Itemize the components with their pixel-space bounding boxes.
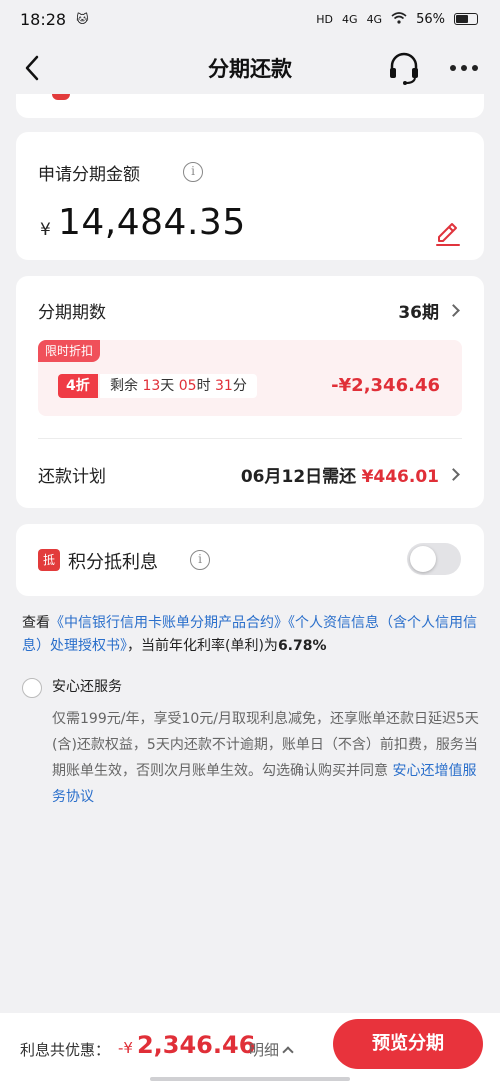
previous-card <box>16 94 484 118</box>
battery-percent: 56% <box>416 11 445 27</box>
discount-badge: 4折 <box>58 374 98 398</box>
page-title: 分期还款 <box>208 57 292 81</box>
nav-bar: 分期还款 <box>0 38 500 98</box>
agreement-text: 查看《中信银行信用卡账单分期产品合约》《个人资信信息（含个人信用信息）处理授权书… <box>22 612 482 658</box>
chevron-left-icon <box>25 55 39 81</box>
more-button[interactable] <box>444 50 484 86</box>
agreement-prefix: 查看 <box>22 615 50 631</box>
detail-label: 明细 <box>249 1041 280 1059</box>
schedule-label: 还款计划 <box>38 467 106 487</box>
signal-4g-icon: 4G <box>342 12 358 26</box>
status-time: 18:28 <box>20 9 67 29</box>
detail-button[interactable]: 明细 <box>249 1039 294 1060</box>
countdown-minutes: 31 <box>215 378 233 394</box>
rate-text: ，当前年化利率(单利)为 <box>127 638 278 654</box>
plan-card: 分期期数 36期 限时折扣 4折 剩余 13天 05时 31分 -¥2,346.… <box>16 276 484 508</box>
wifi-icon <box>391 11 407 27</box>
periods-row[interactable]: 分期期数 36期 <box>38 298 462 323</box>
countdown-hours-unit: 时 <box>196 378 211 394</box>
more-dot-icon <box>461 65 467 71</box>
hd-icon: HD <box>316 12 334 26</box>
service-title: 安心还服务 <box>52 679 122 695</box>
divider <box>38 438 462 439</box>
schedule-date: 06月12日需还 <box>240 467 357 487</box>
promo-tag: 限时折扣 <box>38 340 101 362</box>
points-card: 抵 积分抵利息 i <box>16 524 484 596</box>
countdown: 剩余 13天 05时 31分 <box>100 374 257 398</box>
points-badge: 抵 <box>38 549 60 571</box>
discount-total: -¥ 2,346.46 <box>118 1031 255 1059</box>
promo-value: -¥2,346.46 <box>331 375 440 396</box>
discount-promo: 限时折扣 4折 剩余 13天 05时 31分 -¥2,346.46 <box>38 340 462 416</box>
battery-icon <box>454 13 478 25</box>
schedule-amount: ¥446.01 <box>361 467 439 487</box>
customer-service-button[interactable] <box>386 50 422 86</box>
countdown-days-unit: 天 <box>160 378 175 394</box>
edit-amount-button[interactable] <box>434 220 462 252</box>
bottom-bar: 利息共优惠： -¥ 2,346.46 明细 预览分期 <box>0 1013 500 1083</box>
more-dot-icon <box>472 65 478 71</box>
chevron-right-icon <box>447 468 460 481</box>
pencil-icon <box>436 223 460 246</box>
signal-4g-icon-2: 4G <box>366 12 383 26</box>
rate-value: 6.78% <box>277 638 327 654</box>
cat-icon: 🐱 <box>76 12 89 26</box>
amount-label: 申请分期金额 <box>38 165 140 185</box>
points-toggle[interactable] <box>407 543 461 575</box>
status-icons: HD 4G 4G 56% <box>316 12 478 27</box>
info-icon[interactable]: i <box>190 550 210 570</box>
amount-value: 14,484.35 <box>58 202 246 243</box>
discount-total-value: 2,346.46 <box>136 1031 256 1059</box>
toggle-knob <box>410 546 436 572</box>
countdown-hours: 05 <box>178 378 197 394</box>
periods-value: 36期 <box>398 303 439 323</box>
contract-link[interactable]: 《中信银行信用卡账单分期产品合约》 <box>50 615 288 631</box>
red-marker <box>52 94 70 100</box>
periods-label: 分期期数 <box>38 303 106 323</box>
chevron-up-icon <box>282 1046 294 1058</box>
points-label: 积分抵利息 <box>68 552 158 573</box>
countdown-minutes-unit: 分 <box>232 378 247 394</box>
countdown-days: 13 <box>142 378 161 394</box>
amount-card: 申请分期金额 i ¥ 14,484.35 <box>16 132 484 260</box>
currency-symbol: ¥ <box>40 220 51 240</box>
preview-installment-button[interactable]: 预览分期 <box>333 1019 483 1069</box>
more-dot-icon <box>450 65 456 71</box>
chevron-right-icon <box>447 304 460 317</box>
countdown-prefix: 剩余 <box>110 378 138 394</box>
headset-icon <box>390 52 418 85</box>
service-description: 仅需199元/年，享受10元/月取现利息减免，还享账单还款日延迟5天(含)还款权… <box>52 706 482 810</box>
back-button[interactable] <box>14 50 50 86</box>
discount-total-prefix: -¥ <box>118 1039 133 1057</box>
info-icon[interactable]: i <box>183 162 203 182</box>
home-indicator[interactable] <box>150 1077 350 1081</box>
service-radio[interactable] <box>22 678 42 698</box>
discount-total-label: 利息共优惠： <box>20 1041 111 1059</box>
status-bar: 18:28 🐱 HD 4G 4G 56% <box>0 0 500 38</box>
schedule-row[interactable]: 还款计划 06月12日需还 ¥446.01 <box>38 462 462 487</box>
